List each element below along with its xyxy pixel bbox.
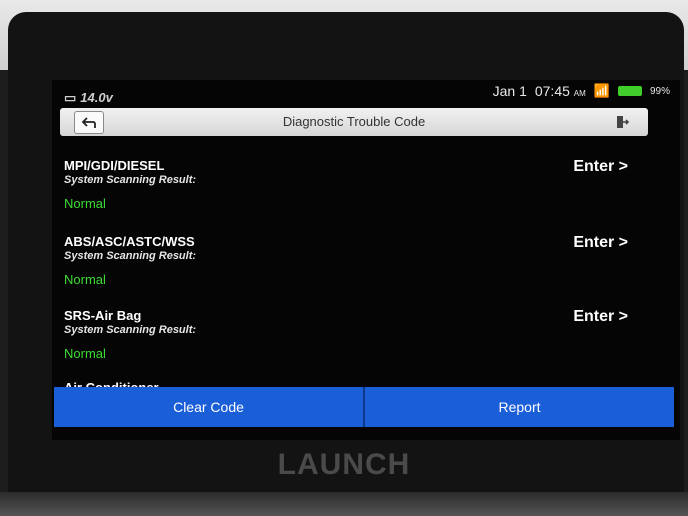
exit-icon bbox=[617, 115, 629, 128]
clear-code-button[interactable]: Clear Code bbox=[54, 387, 363, 427]
system-status: Normal bbox=[64, 196, 106, 211]
enter-button-srs[interactable]: Enter > bbox=[573, 308, 628, 326]
system-name: ABS/ASC/ASTC/WSS bbox=[64, 234, 195, 249]
system-row-mpi: MPI/GDI/DIESEL System Scanning Result: N… bbox=[52, 158, 680, 228]
brand-logo: LAUNCH bbox=[277, 448, 411, 481]
battery-percent: 99% bbox=[649, 85, 670, 97]
system-subtitle: System Scanning Result: bbox=[64, 174, 197, 186]
page-title: Diagnostic Trouble Code bbox=[282, 114, 426, 129]
title-bar: Diagnostic Trouble Code bbox=[60, 108, 648, 136]
system-row-abs: ABS/ASC/ASTC/WSS System Scanning Result:… bbox=[52, 234, 680, 304]
time: 07:45 AM bbox=[534, 83, 586, 99]
voltage-value: 14.0v bbox=[80, 90, 113, 105]
device-bottom-edge bbox=[0, 492, 688, 516]
battery-small-icon: ▭ bbox=[64, 90, 77, 105]
status-bar: ▭ 14.0v Jan 1 07:45 AM 📶 99% bbox=[52, 80, 680, 108]
enter-button-abs[interactable]: Enter > bbox=[573, 234, 628, 252]
system-status: Normal bbox=[64, 346, 106, 361]
voltage-indicator: ▭ 14.0v bbox=[64, 90, 113, 106]
battery-icon bbox=[617, 86, 642, 96]
screen: ▭ 14.0v Jan 1 07:45 AM 📶 99% Diagnostic T… bbox=[52, 80, 680, 440]
system-name: SRS-Air Bag bbox=[64, 308, 142, 323]
system-name: MPI/GDI/DIESEL bbox=[64, 158, 165, 173]
wifi-icon: 📶 bbox=[593, 83, 610, 98]
system-subtitle: System Scanning Result: bbox=[64, 324, 197, 336]
date: Jan 1 bbox=[492, 83, 527, 99]
system-row-srs: SRS-Air Bag System Scanning Result: Norm… bbox=[52, 308, 680, 378]
system-subtitle: System Scanning Result: bbox=[64, 250, 197, 262]
exit-button[interactable] bbox=[610, 111, 634, 132]
system-status: Normal bbox=[64, 272, 106, 287]
enter-button-mpi[interactable]: Enter > bbox=[573, 158, 628, 176]
status-right: Jan 1 07:45 AM 📶 99% bbox=[493, 83, 670, 99]
report-button[interactable]: Report bbox=[365, 387, 674, 427]
action-bar: Clear Code Report bbox=[54, 387, 674, 427]
